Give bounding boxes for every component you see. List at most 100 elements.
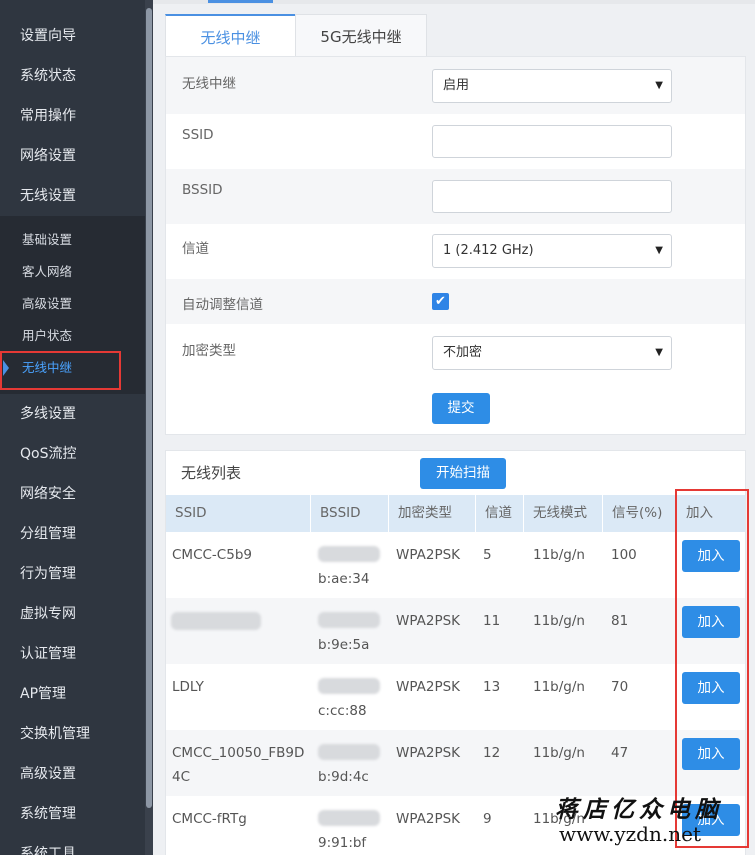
sidebar-subitem-guest[interactable]: 客人网络 <box>0 256 145 288</box>
table-row: CMCC-C5b9 b:ae:34 WPA2PSK 5 11b/g/n 100 … <box>166 532 745 598</box>
auto-channel-checkbox[interactable]: ✔ <box>432 293 449 310</box>
cell-bssid: b:9e:5a <box>318 637 370 653</box>
cell-channel: 9 <box>483 811 492 827</box>
table-row: CMCC-fRTg 9:91:bf WPA2PSK 9 11b/g/n 加入 <box>166 796 745 855</box>
cell-ssid: CMCC-C5b9 <box>172 547 252 563</box>
sidebar-item-ap[interactable]: AP管理 <box>0 674 145 714</box>
top-strip-indicator <box>208 0 273 3</box>
sidebar-submenu-wireless: 基础设置 客人网络 高级设置 用户状态 无线中继 <box>0 216 145 394</box>
row-repeater: 无线中继 启用 ▼ <box>166 57 745 114</box>
repeater-select[interactable]: 启用 ▼ <box>432 69 672 103</box>
cell-encryption: WPA2PSK <box>396 745 461 761</box>
row-auto-channel: 自动调整信道 ✔ <box>166 279 745 324</box>
cell-signal: 47 <box>611 745 629 761</box>
chevron-down-icon: ▼ <box>655 245 663 256</box>
redacted-bssid <box>318 546 380 562</box>
sidebar-item-vpn[interactable]: 虚拟专网 <box>0 594 145 634</box>
cell-bssid: b:9d:4c <box>318 769 369 785</box>
sidebar-item-groups[interactable]: 分组管理 <box>0 514 145 554</box>
join-button[interactable]: 加入 <box>682 672 740 704</box>
channel-select-value: 1 (2.412 GHz) <box>443 243 534 258</box>
sidebar-item-system-status[interactable]: 系统状态 <box>0 56 145 96</box>
cell-encryption: WPA2PSK <box>396 613 461 629</box>
bssid-label: BSSID <box>182 182 223 198</box>
sidebar-subitem-repeater[interactable]: 无线中继 <box>0 352 145 384</box>
cell-mode: 11b/g/n <box>533 547 585 563</box>
sidebar-item-qos[interactable]: QoS流控 <box>0 434 145 474</box>
sidebar-item-multiline[interactable]: 多线设置 <box>0 394 145 434</box>
repeater-select-value: 启用 <box>443 78 470 93</box>
cell-channel: 11 <box>483 613 501 629</box>
redacted-bssid <box>318 744 380 760</box>
col-signal: 信号(%) <box>603 495 677 532</box>
col-join: 加入 <box>686 505 713 521</box>
sidebar-item-auth[interactable]: 认证管理 <box>0 634 145 674</box>
col-mode: 无线模式 <box>524 495 603 532</box>
redacted-bssid <box>318 612 380 628</box>
channel-label: 信道 <box>182 241 209 257</box>
col-ssid: SSID <box>166 495 311 532</box>
cell-ssid: LDLY <box>172 679 204 695</box>
auto-channel-label: 自动调整信道 <box>182 297 263 313</box>
submit-button[interactable]: 提交 <box>432 393 490 424</box>
table-row: b:9e:5a WPA2PSK 11 11b/g/n 81 加入 <box>166 598 745 664</box>
sidebar: 设置向导 系统状态 常用操作 网络设置 无线设置 基础设置 客人网络 高级设置 … <box>0 0 145 855</box>
cell-encryption: WPA2PSK <box>396 811 461 827</box>
sidebar-item-system-mgmt[interactable]: 系统管理 <box>0 794 145 834</box>
redacted-bssid <box>318 810 380 826</box>
row-channel: 信道 1 (2.412 GHz) ▼ <box>166 224 745 279</box>
join-button[interactable]: 加入 <box>682 540 740 572</box>
sidebar-item-wireless-settings[interactable]: 无线设置 <box>0 176 145 216</box>
start-scan-button[interactable]: 开始扫描 <box>420 458 506 489</box>
bssid-input[interactable] <box>432 180 672 213</box>
cell-channel: 12 <box>483 745 501 761</box>
cell-signal: 100 <box>611 547 637 563</box>
sidebar-item-network-settings[interactable]: 网络设置 <box>0 136 145 176</box>
row-ssid: SSID <box>166 114 745 169</box>
ssid-label: SSID <box>182 127 214 143</box>
row-encryption: 加密类型 不加密 ▼ 提交 <box>166 324 745 434</box>
cell-bssid: c:cc:88 <box>318 703 367 719</box>
join-button[interactable]: 加入 <box>682 738 740 770</box>
cell-signal: 81 <box>611 613 629 629</box>
join-button[interactable]: 加入 <box>682 606 740 638</box>
encryption-label: 加密类型 <box>182 343 236 359</box>
sidebar-item-advanced[interactable]: 高级设置 <box>0 754 145 794</box>
channel-select[interactable]: 1 (2.412 GHz) ▼ <box>432 234 672 268</box>
wireless-list-title: 无线列表 <box>181 464 242 482</box>
sidebar-item-behavior[interactable]: 行为管理 <box>0 554 145 594</box>
row-bssid: BSSID <box>166 169 745 224</box>
chevron-down-icon: ▼ <box>655 80 663 91</box>
top-strip <box>153 0 755 4</box>
sidebar-item-security[interactable]: 网络安全 <box>0 474 145 514</box>
join-button[interactable]: 加入 <box>682 804 740 836</box>
cell-mode: 11b/g/n <box>533 679 585 695</box>
cell-encryption: WPA2PSK <box>396 679 461 695</box>
cell-ssid: CMCC_10050_FB9D <box>172 745 305 761</box>
col-encryption: 加密类型 <box>389 495 476 532</box>
sidebar-item-setup-wizard[interactable]: 设置向导 <box>0 16 145 56</box>
col-channel: 信道 <box>476 495 524 532</box>
col-bssid: BSSID <box>311 495 389 532</box>
cell-mode: 11b/g/n <box>533 811 585 827</box>
redacted-bssid <box>318 678 380 694</box>
cell-signal: 70 <box>611 679 629 695</box>
sidebar-subitem-basic[interactable]: 基础设置 <box>0 224 145 256</box>
wireless-list-panel: 无线列表 开始扫描 SSID BSSID 加密类型 信道 无线模式 信号(%) … <box>165 450 746 855</box>
cell-bssid: 9:91:bf <box>318 835 367 851</box>
cell-channel: 5 <box>483 547 492 563</box>
encryption-select[interactable]: 不加密 ▼ <box>432 336 672 370</box>
tab-wireless-repeater[interactable]: 无线中继 <box>165 14 296 56</box>
ssid-input[interactable] <box>432 125 672 158</box>
table-row: LDLY c:cc:88 WPA2PSK 13 11b/g/n 70 加入 <box>166 664 745 730</box>
tab-5g-wireless-repeater[interactable]: 5G无线中继 <box>295 14 427 56</box>
sidebar-scrollbar-thumb[interactable] <box>146 8 152 808</box>
sidebar-subitem-user-status[interactable]: 用户状态 <box>0 320 145 352</box>
cell-ssid-line2: 4C <box>172 769 191 785</box>
sidebar-item-common-ops[interactable]: 常用操作 <box>0 96 145 136</box>
cell-ssid: CMCC-fRTg <box>172 811 247 827</box>
sidebar-item-switch[interactable]: 交换机管理 <box>0 714 145 754</box>
sidebar-item-system-tools[interactable]: 系统工具 <box>0 834 145 855</box>
chevron-down-icon: ▼ <box>655 347 663 358</box>
sidebar-subitem-advanced[interactable]: 高级设置 <box>0 288 145 320</box>
